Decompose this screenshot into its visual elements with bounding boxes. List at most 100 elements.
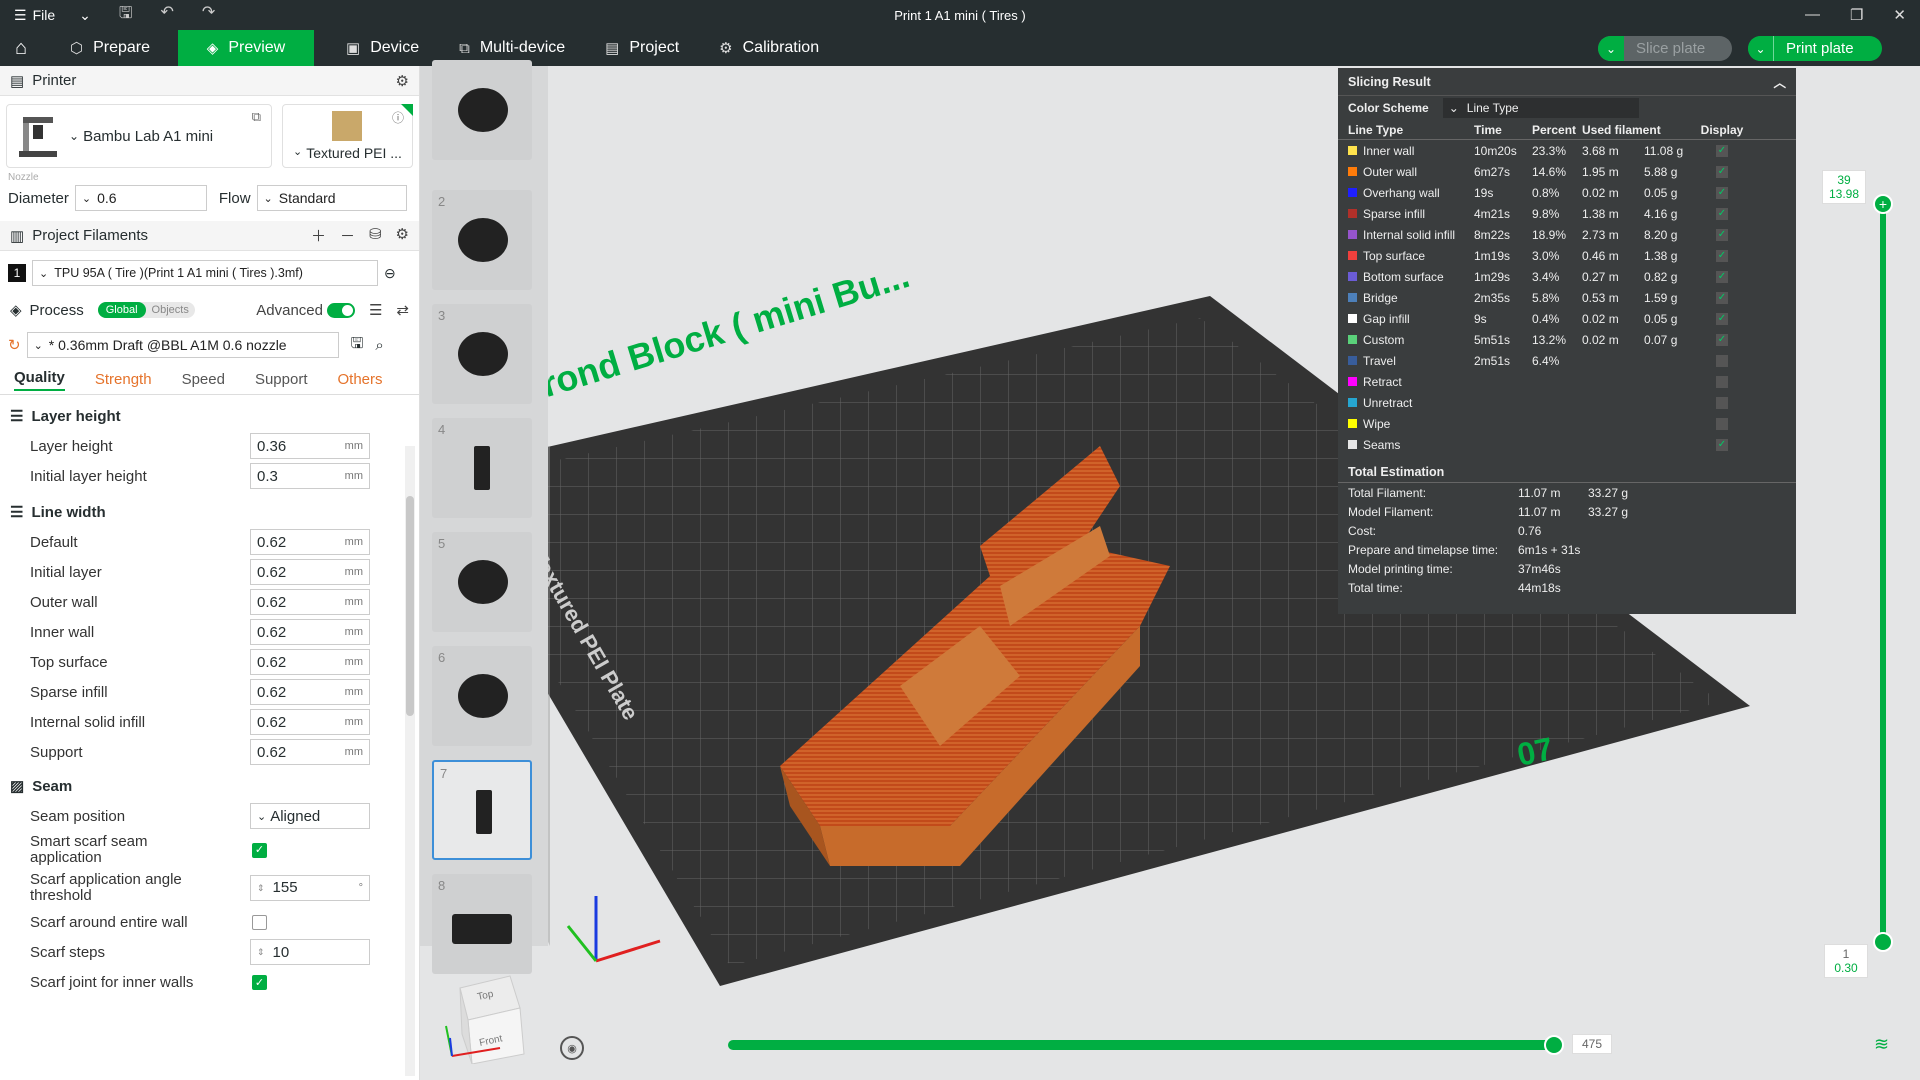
scarf-steps-stepper[interactable]: ⇕ 10: [250, 939, 370, 965]
display-checkbox[interactable]: ✓: [1716, 291, 1728, 304]
initial-layer-height-input[interactable]: 0.3 mm: [250, 463, 370, 489]
tab-speed[interactable]: Speed: [182, 371, 225, 388]
chevron-down-icon[interactable]: ⌄: [1748, 36, 1774, 61]
tab-quality[interactable]: Quality: [14, 369, 65, 391]
layer-slider[interactable]: [1880, 200, 1886, 940]
minimize-icon[interactable]: —: [1805, 6, 1820, 24]
collapse-icon[interactable]: ︿: [1773, 72, 1786, 91]
display-checkbox[interactable]: [1716, 375, 1728, 388]
print-plate-button[interactable]: ⌄ Print plate: [1748, 36, 1882, 61]
line-width-input[interactable]: 0.62 mm: [250, 619, 370, 645]
color-scheme-select[interactable]: ⌄ Line Type: [1442, 98, 1639, 118]
tab-project[interactable]: ▤ Project: [583, 30, 697, 66]
tab-support[interactable]: Support: [255, 371, 308, 388]
plate-thumbnail[interactable]: 6: [432, 646, 532, 746]
tab-calibration[interactable]: ⚙ Calibration: [697, 30, 837, 66]
line-width-input[interactable]: 0.62 mm: [250, 589, 370, 615]
display-checkbox[interactable]: [1716, 354, 1728, 367]
reset-icon[interactable]: ↻: [8, 336, 21, 354]
save-icon[interactable]: 🖫: [119, 2, 133, 29]
line-width-input[interactable]: 0.62 mm: [250, 679, 370, 705]
plate-thumbnail[interactable]: 4: [432, 418, 532, 518]
plate-thumbnail[interactable]: 2: [432, 190, 532, 290]
spin-icon[interactable]: ⇕: [257, 880, 265, 896]
add-icon[interactable]: ＋: [311, 225, 326, 246]
tab-strength[interactable]: Strength: [95, 371, 152, 388]
plate-thumbnail[interactable]: 3: [432, 304, 532, 404]
chevron-down-icon[interactable]: ⌄: [1598, 36, 1624, 61]
tab-prepare[interactable]: ⬡ Prepare: [42, 30, 178, 66]
display-checkbox[interactable]: ✓: [1716, 270, 1728, 283]
global-objects-toggle[interactable]: Global Objects: [97, 302, 195, 318]
line-width-input[interactable]: 0.62 mm: [250, 529, 370, 555]
layers-stack-icon[interactable]: ≋: [1874, 1034, 1889, 1055]
tab-preview[interactable]: ◈ Preview: [178, 30, 314, 66]
scarf-angle-stepper[interactable]: ⇕ 155 °: [250, 875, 370, 901]
maximize-icon[interactable]: ❐: [1850, 6, 1863, 24]
filament-icon: ▥: [10, 227, 25, 245]
seam-position-select[interactable]: ⌄ Aligned: [250, 803, 370, 829]
scrollbar-thumb[interactable]: [406, 496, 414, 716]
view-cube[interactable]: Top Front: [440, 968, 536, 1065]
line-width-input[interactable]: 0.62 mm: [250, 709, 370, 735]
line-width-input[interactable]: 0.62 mm: [250, 649, 370, 675]
display-checkbox[interactable]: ✓: [1716, 186, 1728, 199]
toggle-objects[interactable]: Objects: [146, 302, 195, 318]
move-slider-handle[interactable]: [1544, 1035, 1564, 1055]
gear-icon[interactable]: ⚙: [396, 225, 409, 246]
diameter-select[interactable]: ⌄ 0.6: [74, 185, 207, 211]
plate-thumbnails: 2 3 4 5 6 7 8: [420, 60, 548, 974]
display-checkbox[interactable]: ✓: [1716, 249, 1728, 262]
toggle-global[interactable]: Global: [97, 302, 146, 318]
spin-icon[interactable]: ⇕: [257, 947, 265, 958]
display-checkbox[interactable]: ✓: [1716, 333, 1728, 346]
file-menu[interactable]: ☰ File ⌄: [0, 7, 91, 24]
scarf-inner-walls-checkbox[interactable]: ✓: [252, 974, 267, 990]
display-checkbox[interactable]: ✓: [1716, 165, 1728, 178]
move-slider[interactable]: [728, 1040, 1558, 1050]
line-width-input[interactable]: 0.62 mm: [250, 739, 370, 765]
screenshot-icon[interactable]: ◉: [560, 1036, 584, 1060]
line-width-input[interactable]: 0.62 mm: [250, 559, 370, 585]
home-icon[interactable]: ⌂: [0, 37, 42, 60]
undo-icon[interactable]: ↶: [161, 2, 174, 29]
plate-thumbnail[interactable]: 5: [432, 532, 532, 632]
printer-card[interactable]: ⌄ Bambu Lab A1 mini ⧉: [6, 104, 272, 168]
save-preset-icon[interactable]: 🖫: [351, 333, 364, 358]
edit-icon[interactable]: ⧉: [252, 109, 261, 125]
remove-icon[interactable]: －: [340, 225, 355, 246]
smart-scarf-checkbox[interactable]: ✓: [252, 842, 267, 858]
display-checkbox[interactable]: [1716, 417, 1728, 430]
plate-thumbnail[interactable]: 7: [432, 760, 532, 860]
layer-slider-bottom-handle[interactable]: [1873, 932, 1893, 952]
layer-slider-top-handle[interactable]: +: [1873, 194, 1893, 214]
plate-thumbnail[interactable]: 8: [432, 874, 532, 974]
compare-icon[interactable]: ⇄: [396, 301, 409, 319]
more-icon[interactable]: ⊖: [384, 265, 396, 282]
list-icon[interactable]: ☰: [369, 301, 382, 319]
display-checkbox[interactable]: [1716, 396, 1728, 409]
gear-icon[interactable]: ⚙: [396, 72, 409, 90]
display-checkbox[interactable]: ✓: [1716, 228, 1728, 241]
tab-device[interactable]: ▣ Device: [314, 30, 437, 66]
slice-plate-button[interactable]: ⌄ Slice plate: [1598, 36, 1732, 61]
search-icon[interactable]: ⌕: [375, 337, 383, 354]
advanced-toggle[interactable]: [326, 302, 355, 318]
sync-icon[interactable]: ⛁: [369, 225, 382, 246]
display-checkbox[interactable]: ✓: [1716, 207, 1728, 220]
process-preset-select[interactable]: ⌄ * 0.36mm Draft @BBL A1M 0.6 nozzle: [26, 332, 339, 358]
settings-scrollbar[interactable]: [405, 446, 415, 1076]
color-swatch: [1348, 335, 1357, 344]
display-checkbox[interactable]: ✓: [1716, 312, 1728, 325]
layer-height-input[interactable]: 0.36 mm: [250, 433, 370, 459]
close-icon[interactable]: ✕: [1893, 6, 1906, 24]
plate-card[interactable]: ⌄ Textured PEI ... ⓘ: [281, 104, 413, 168]
plate-thumbnail[interactable]: [432, 60, 532, 160]
display-checkbox[interactable]: ✓: [1716, 144, 1728, 157]
flow-select[interactable]: ⌄ Standard: [256, 185, 407, 211]
display-checkbox[interactable]: ✓: [1716, 438, 1728, 451]
scarf-entire-wall-checkbox[interactable]: [252, 914, 267, 930]
filament-select[interactable]: ⌄ TPU 95A ( Tire )(Print 1 A1 mini ( Tire…: [32, 260, 378, 286]
tab-others[interactable]: Others: [338, 371, 383, 388]
redo-icon[interactable]: ↷: [202, 2, 215, 29]
